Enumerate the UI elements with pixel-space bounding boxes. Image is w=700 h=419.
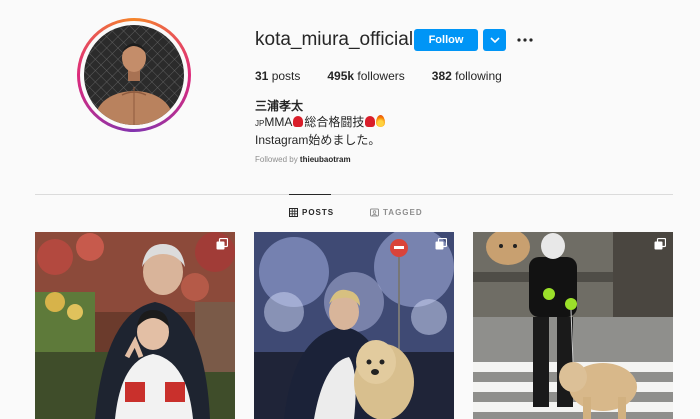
active-tab-indicator <box>289 194 331 195</box>
fire-icon <box>376 115 386 127</box>
multiple-photos-icon <box>435 238 447 250</box>
profile-avatar-frame <box>80 21 188 129</box>
boxing-glove-icon <box>293 116 304 127</box>
profile-avatar <box>84 25 184 125</box>
post-photo-night-lights-with-dog <box>254 232 454 419</box>
profile-avatar-ring[interactable] <box>77 18 191 132</box>
post-tile[interactable] <box>35 232 235 419</box>
profile-bio-line-2: Instagram始めました。 <box>255 133 381 147</box>
tab-posts[interactable]: POSTS <box>289 208 334 217</box>
chevron-down-icon <box>489 37 500 43</box>
post-tile[interactable] <box>254 232 454 419</box>
boxing-glove-icon <box>365 116 376 127</box>
multiple-photos-icon <box>654 238 666 250</box>
profile-stats: 31 posts 495k followers 382 following <box>255 69 529 83</box>
follow-button[interactable]: Follow <box>414 29 478 51</box>
post-photo-walking-dog-crosswalk <box>473 232 673 419</box>
profile-username: kota_miura_official <box>255 29 414 50</box>
profile-bio-line-1: JPMMA 総合格闘技 <box>255 113 386 130</box>
posts-count: 31 posts <box>255 69 301 83</box>
multiple-photos-icon <box>216 238 228 250</box>
suggested-accounts-button[interactable] <box>483 29 506 51</box>
options-button[interactable] <box>515 30 535 50</box>
followers-link[interactable]: 495k followers <box>327 69 404 83</box>
tabs-divider <box>35 194 673 195</box>
profile-full-name: 三浦孝太 <box>255 99 304 113</box>
followed-by: Followed by thieubaotram <box>255 155 351 164</box>
grid-icon <box>289 208 298 217</box>
followed-by-user-link[interactable]: thieubaotram <box>300 155 351 164</box>
japan-flag-label: JP <box>255 119 265 128</box>
following-link[interactable]: 382 following <box>432 69 502 83</box>
more-options-icon <box>517 38 533 42</box>
tag-icon <box>370 208 379 217</box>
post-tile[interactable] <box>473 232 673 419</box>
tab-tagged[interactable]: TAGGED <box>370 208 423 217</box>
post-photo-elder-and-boy <box>35 232 235 419</box>
